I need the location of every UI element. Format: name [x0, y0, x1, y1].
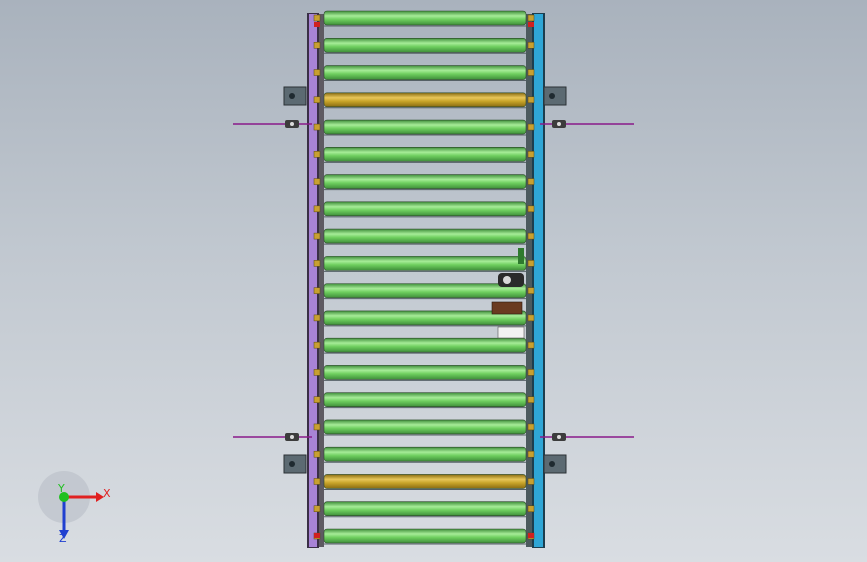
gearbox [491, 301, 523, 315]
roller [323, 174, 527, 189]
bracket-bolt-hole [289, 93, 295, 99]
axle-end-right [527, 178, 535, 185]
axle-end-right [527, 14, 535, 22]
roller [323, 10, 527, 26]
z-axis-label: Z [59, 532, 67, 545]
axle-end-right [527, 369, 535, 376]
axle-end-left [313, 369, 321, 376]
sensor-lens-right [557, 122, 561, 126]
roller [323, 228, 527, 244]
axle-end-right [527, 260, 535, 267]
roller [323, 337, 527, 353]
axle-end-right [527, 287, 535, 294]
axle-end-right [527, 314, 535, 322]
roller [323, 201, 527, 217]
roller [323, 501, 527, 517]
axle-end-left [313, 450, 321, 458]
axle-end-right [527, 423, 535, 431]
sensor-lens-right [557, 435, 561, 439]
right-frame-flange [526, 14, 532, 547]
conveyor-model[interactable]: X Z Y [0, 0, 867, 562]
roller [323, 528, 527, 544]
roller-drive [323, 92, 527, 108]
axle-end-right [527, 450, 535, 458]
roller [323, 446, 527, 462]
axle-end-right [527, 232, 535, 240]
roller [323, 365, 527, 380]
roller [323, 283, 527, 298]
axle-end-left [313, 151, 321, 158]
bracket-bolt-hole [549, 93, 555, 99]
right-side-frame [534, 14, 543, 547]
roller [323, 37, 527, 53]
roller-drive [323, 474, 527, 489]
motor-shaft [503, 276, 511, 284]
roller [323, 65, 527, 80]
axle-end-left [313, 314, 321, 322]
axle-end-left [313, 260, 321, 267]
axle-end-right [527, 396, 535, 403]
sensor-lens-left [290, 122, 294, 126]
cad-viewport[interactable]: X Z Y [0, 0, 867, 562]
axle-end-right [527, 96, 535, 104]
axle-end-left [313, 69, 321, 76]
axle-end-left [313, 232, 321, 240]
axle-end-right [527, 505, 535, 512]
left-frame-flange [319, 14, 324, 547]
y-axis-label: Y [57, 482, 65, 495]
roller [323, 119, 527, 135]
bracket-bolt-hole [289, 461, 295, 467]
axle-end-left [313, 96, 321, 104]
left-side-frame [309, 14, 317, 547]
axle-end-left [313, 505, 321, 512]
end-cap [528, 22, 534, 27]
axle-end-right [527, 69, 535, 76]
axle-end-left [313, 478, 321, 485]
control-box [497, 326, 525, 339]
roller [323, 147, 527, 162]
axle-end-left [313, 123, 321, 131]
end-cap [314, 22, 320, 27]
axle-end-left [313, 205, 321, 213]
connector-block [518, 248, 524, 264]
axle-end-right [527, 151, 535, 158]
bracket-bolt-hole [549, 461, 555, 467]
axle-end-left [313, 14, 321, 22]
sensor-lens-left [290, 435, 294, 439]
end-cap [314, 533, 320, 538]
roller [323, 392, 527, 407]
x-axis-label: X [103, 487, 111, 500]
axle-end-right [527, 341, 535, 349]
axle-end-right [527, 478, 535, 485]
axle-end-left [313, 287, 321, 294]
axle-end-left [313, 42, 321, 49]
roller [323, 256, 527, 271]
axis-triad: X Z Y [38, 471, 111, 545]
axle-end-right [527, 42, 535, 49]
axle-end-left [313, 396, 321, 403]
end-cap [528, 533, 534, 538]
axle-end-left [313, 341, 321, 349]
axle-end-right [527, 123, 535, 131]
axle-end-left [313, 423, 321, 431]
axle-end-right [527, 205, 535, 213]
roller [323, 419, 527, 435]
axle-end-left [313, 178, 321, 185]
